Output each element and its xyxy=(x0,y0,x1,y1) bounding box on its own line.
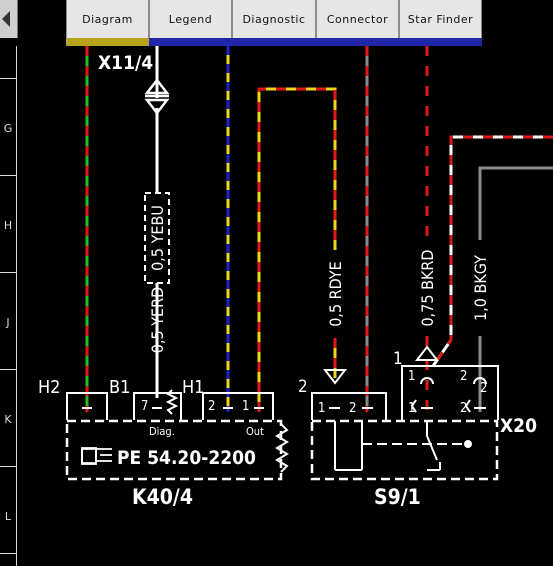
hand-pointer-icon xyxy=(81,447,112,465)
reference-label[interactable]: PE 54.20-2200 xyxy=(117,447,256,469)
wiring-schematic: X11/4 0,5 YEBU 0,5 YERD 0,5 RDYE 0,75 BK… xyxy=(38,46,553,509)
pin-label-1: 1 xyxy=(408,369,415,384)
pin-label-1: 1 xyxy=(408,401,415,416)
pin-label-2: 2 xyxy=(208,399,215,414)
wire-bkgy[interactable] xyxy=(478,166,553,412)
wiring-diagram-viewer: Diagram Legend Diagnostic Connector Star… xyxy=(0,0,553,566)
wire-label-rdye: 0,5 RDYE xyxy=(326,261,345,327)
wire-label-bkgy: 1,0 BKGY xyxy=(471,255,490,321)
wire-label-yerd: 0,5 YERD xyxy=(148,287,167,353)
pin-label-1: 1 xyxy=(318,401,325,416)
pin-label-2: 2 xyxy=(460,401,467,416)
terminal-label-2: 2 xyxy=(298,377,308,397)
pin-label-2: 2 xyxy=(480,381,487,396)
ground-point-label: X11/4 xyxy=(98,52,153,74)
connector-label-h1: H1 xyxy=(182,377,204,398)
connector-label-h2: H2 xyxy=(38,377,60,398)
wire-red-white[interactable] xyxy=(431,135,553,367)
pin-label-1: 1 xyxy=(242,399,249,414)
component-designator-k40-4: K40/4 xyxy=(132,485,193,509)
wire-label-yebu: 0,5 YEBU xyxy=(148,205,167,271)
pin-caption-diag: Diag. xyxy=(149,425,175,438)
wire-label-bkrd: 0,75 BKRD xyxy=(418,249,437,326)
wire-rdye[interactable] xyxy=(257,87,337,412)
pin-label-7: 7 xyxy=(141,399,148,414)
pin-caption-out: Out xyxy=(246,425,264,438)
terminal-label-1: 1 xyxy=(393,349,403,369)
connector-label-x20: X20 xyxy=(500,415,537,437)
component-designator-s9-1: S9/1 xyxy=(374,485,421,509)
connector-label-b1: B1 xyxy=(109,377,130,398)
component-s9-1[interactable] xyxy=(310,345,499,481)
pin-label-2: 2 xyxy=(349,401,356,416)
pin-label-2: 2 xyxy=(460,369,467,384)
